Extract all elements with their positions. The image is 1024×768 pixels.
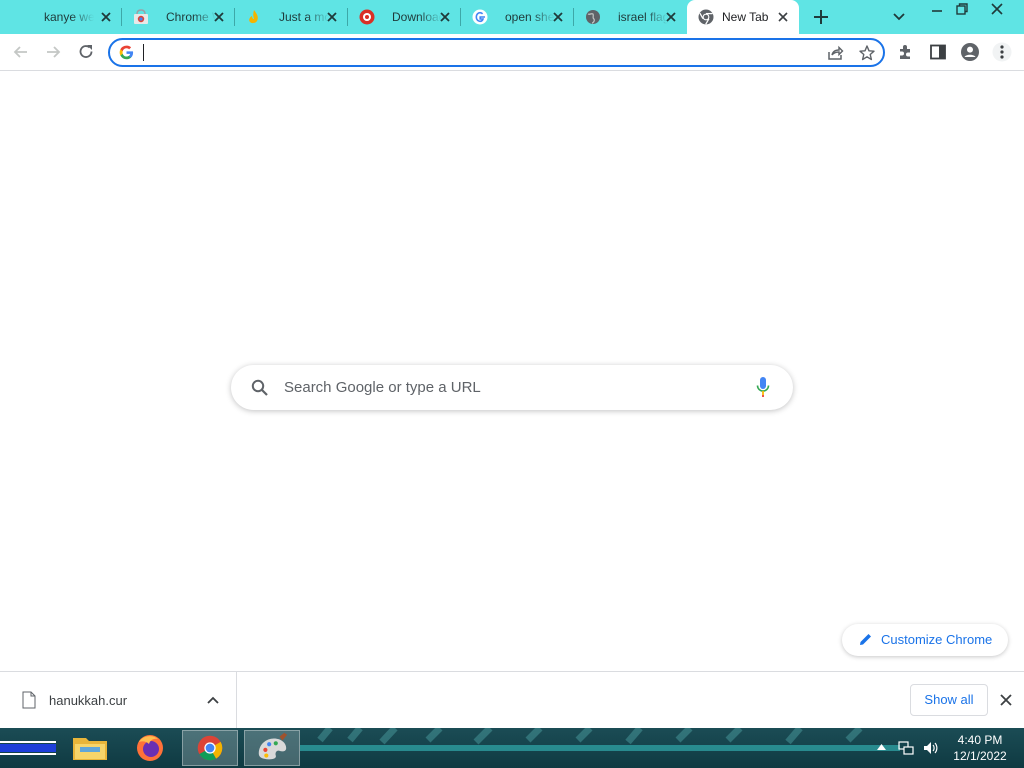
forward-arrow-icon[interactable] [43,42,63,62]
close-icon[interactable] [437,9,453,25]
tab-title: kanye west [44,10,94,24]
globe-icon [586,10,600,24]
close-icon[interactable] [663,9,679,25]
tab-israel-flag[interactable]: israel flag [574,0,687,34]
start-button-icon[interactable] [0,741,56,755]
omnibox-input[interactable] [142,42,812,63]
tab-title: israel flag [618,10,668,24]
tab-title: Just a moment [279,10,329,24]
tray-chevron-up-icon[interactable] [877,744,886,750]
tab-title: open shell [505,10,555,24]
tab-download[interactable]: Download [348,0,461,34]
tab-open-shell[interactable]: open shell [461,0,574,34]
clock-time: 4:40 PM [957,733,1003,747]
customize-chrome-label: Customize Chrome [881,632,993,647]
close-icon[interactable] [211,9,227,25]
system-clock[interactable]: 4:40 PM 12/1/2022 [948,732,1012,764]
tab-strip: kanye west Chrome Web Store Just a momen… [0,0,1024,34]
reload-icon[interactable] [76,42,96,62]
volume-icon[interactable] [922,740,938,756]
search-icon [251,379,268,396]
download-shelf: hanukkah.cur Show all [0,671,1024,728]
tab-just-a-moment[interactable]: Just a moment [235,0,348,34]
network-icon[interactable] [898,740,914,756]
chrome-icon[interactable] [182,730,238,766]
profile-avatar-icon[interactable] [960,42,980,62]
tab-new-tab[interactable]: New Tab [687,0,799,34]
flame-icon [249,10,258,24]
wallpaper-decoration [300,728,900,751]
clock-date: 12/1/2022 [953,749,1007,763]
red-download-icon [359,9,375,25]
firefox-icon[interactable] [122,730,178,766]
pencil-icon [860,634,871,645]
text-caret [143,44,144,61]
back-arrow-icon[interactable] [11,42,31,62]
download-filename: hanukkah.cur [49,693,128,708]
chevron-up-icon[interactable] [206,694,220,706]
window-close-icon[interactable] [990,2,1004,16]
google-g-icon [119,45,134,60]
close-icon[interactable] [324,9,340,25]
chrome-web-store-icon [134,9,148,24]
tab-kanye-west[interactable]: kanye west [10,0,122,34]
minimize-icon[interactable] [928,4,946,16]
tab-title: Chrome Web Store [166,10,216,24]
address-bar[interactable] [108,38,885,67]
customize-chrome-button[interactable]: Customize Chrome [842,624,1008,656]
new-tab-plus-icon[interactable] [810,6,832,28]
google-g-icon [472,9,488,25]
microphone-icon[interactable] [755,376,771,398]
download-item[interactable]: hanukkah.cur [0,672,237,728]
taskbar: 4:40 PM 12/1/2022 [0,728,1024,768]
chevron-down-icon[interactable] [890,9,908,25]
ntp-search-box[interactable]: Search Google or type a URL [231,365,793,410]
close-icon[interactable] [98,9,114,25]
file-icon [22,691,36,709]
paint-icon[interactable] [244,730,300,766]
toolbar [0,34,1024,71]
extensions-puzzle-icon[interactable] [896,42,916,62]
search-placeholder: Search Google or type a URL [284,379,481,396]
close-icon[interactable] [775,9,791,25]
close-icon[interactable] [550,9,566,25]
bookmark-star-icon[interactable] [858,44,876,62]
new-tab-page: Search Google or type a URL Customize Ch… [0,71,1024,671]
close-icon[interactable] [999,693,1013,707]
tab-title: Download [392,10,442,24]
tab-title: New Tab [722,10,769,24]
file-explorer-icon[interactable] [62,730,118,766]
kanye-favicon-icon [21,9,37,25]
kebab-menu-icon[interactable] [992,42,1012,62]
chrome-icon [698,9,714,25]
side-panel-icon[interactable] [928,42,948,62]
restore-icon[interactable] [955,2,969,16]
show-all-button[interactable]: Show all [910,684,988,716]
share-icon[interactable] [826,44,844,62]
tab-chrome-web-store[interactable]: Chrome Web Store [122,0,235,34]
